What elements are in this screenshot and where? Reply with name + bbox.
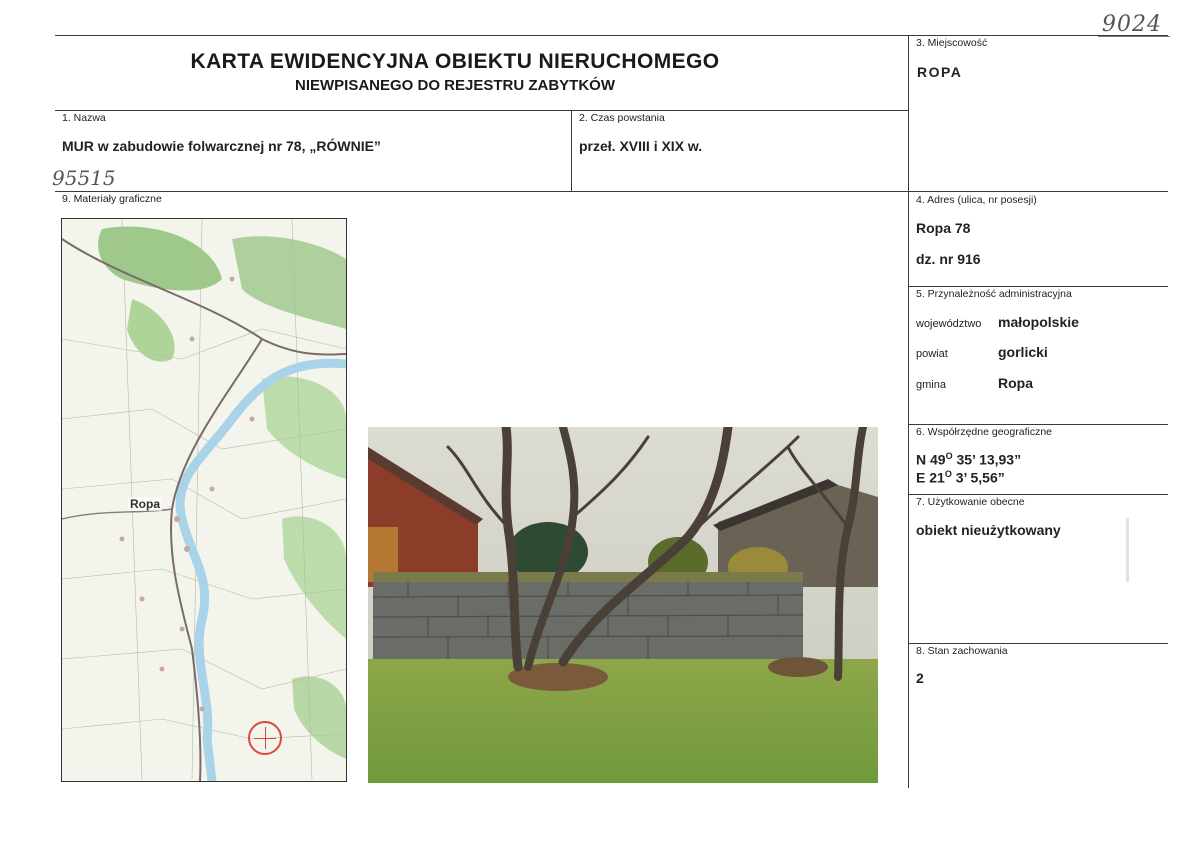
- map-graphic: [62, 219, 346, 781]
- document-title: KARTA EWIDENCYJNA OBIEKTU NIERUCHOMEGO: [190, 50, 720, 73]
- field-label-address: 4. Adres (ulica, nr posesji): [916, 194, 1037, 206]
- location-map: Ropa: [61, 218, 347, 782]
- frame-line-name-bottom: [55, 191, 1168, 192]
- field-label-date: 2. Czas powstania: [579, 112, 665, 124]
- admin-key-voivodeship: województwo: [916, 318, 982, 330]
- frame-line-address-bottom: [908, 286, 1168, 287]
- frame-top-line: [55, 35, 1168, 36]
- handwritten-catalog-number: 9024: [1102, 12, 1162, 37]
- photo-wall-image: [368, 427, 878, 783]
- coordinate-east-rest: 3’ 5,56”: [951, 469, 1005, 486]
- admin-key-commune: gmina: [916, 379, 946, 391]
- field-label-condition: 8. Stan zachowania: [916, 645, 1008, 657]
- field-label-admin: 5. Przynależność administracyjna: [916, 288, 1072, 300]
- document-subtitle: NIEWPISANEGO DO REJESTRU ZABYTKÓW: [294, 77, 616, 94]
- frame-line-admin-bottom: [908, 424, 1168, 425]
- field-value-locality: ROPA: [917, 64, 963, 80]
- frame-line-coords-bottom: [908, 494, 1168, 495]
- field-value-name: MUR w zabudowie folwarcznej nr 78, „RÓWN…: [62, 138, 381, 154]
- field-value-date: przeł. XVIII i XIX w.: [579, 138, 703, 154]
- admin-value-commune: Ropa: [998, 375, 1033, 391]
- field-label-name: 1. Nazwa: [62, 112, 106, 124]
- frame-vertical-mid: [571, 110, 572, 191]
- coordinate-north-degree: O: [945, 451, 953, 461]
- coordinate-north-rest: 35’ 13,93”: [952, 451, 1022, 468]
- map-location-marker: [248, 721, 282, 755]
- coordinate-east-prefix: E 21: [916, 469, 945, 486]
- field-label-coordinates: 6. Współrzędne geograficzne: [916, 426, 1052, 438]
- field-value-condition: 2: [916, 670, 924, 686]
- field-value-address-line1: Ropa 78: [916, 220, 971, 236]
- admin-value-county: gorlicki: [998, 344, 1048, 360]
- frame-line-header-bottom: [55, 110, 908, 111]
- field-value-usage: obiekt nieużytkowany: [916, 522, 1061, 538]
- scan-mark: [1126, 518, 1129, 582]
- coordinate-north-prefix: N 49: [916, 451, 946, 468]
- coordinate-east-degree: O: [944, 469, 952, 479]
- frame-line-usage-bottom: [908, 643, 1168, 644]
- coordinate-east: E 21O 3’ 5,56”: [916, 469, 1005, 486]
- frame-vertical-right: [908, 35, 909, 788]
- photo-graphic: [368, 427, 878, 783]
- field-label-graphics: 9. Materiały graficzne: [62, 193, 162, 205]
- map-place-label: Ropa: [128, 497, 162, 511]
- handwritten-inventory-number: 95515: [52, 166, 116, 190]
- field-value-address-line2: dz. nr 916: [916, 251, 981, 267]
- field-label-locality: 3. Miejscowość: [916, 37, 988, 49]
- coordinate-north: N 49O 35’ 13,93”: [916, 451, 1021, 468]
- field-label-usage: 7. Użytkowanie obecne: [916, 496, 1025, 508]
- handwritten-underline: [1098, 36, 1170, 37]
- admin-key-county: powiat: [916, 348, 948, 360]
- marker-crosshair-v-icon: [265, 727, 266, 749]
- admin-value-voivodeship: małopolskie: [998, 314, 1079, 330]
